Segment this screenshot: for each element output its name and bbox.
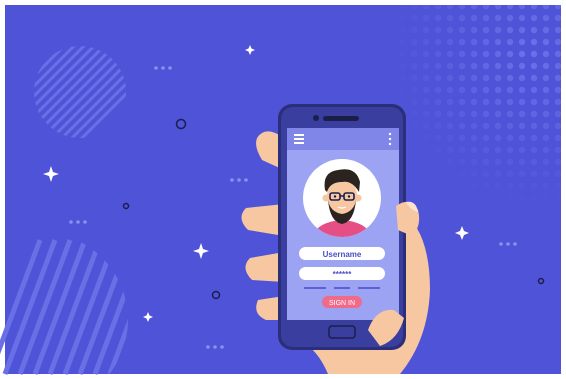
vertical-dots-icon[interactable]	[388, 132, 392, 146]
speaker-grille	[323, 116, 359, 121]
hamburger-menu-icon[interactable]	[294, 134, 304, 144]
password-mask: ******	[333, 270, 353, 279]
username-field[interactable]: Username	[299, 247, 385, 260]
username-placeholder: Username	[323, 250, 362, 259]
password-field[interactable]: ******	[299, 267, 385, 280]
sign-in-button[interactable]: SIGN IN	[322, 296, 362, 308]
sign-in-label: SIGN IN	[329, 300, 355, 307]
illustration: Username ****** SIGN IN	[0, 0, 566, 379]
camera-icon	[313, 115, 319, 121]
